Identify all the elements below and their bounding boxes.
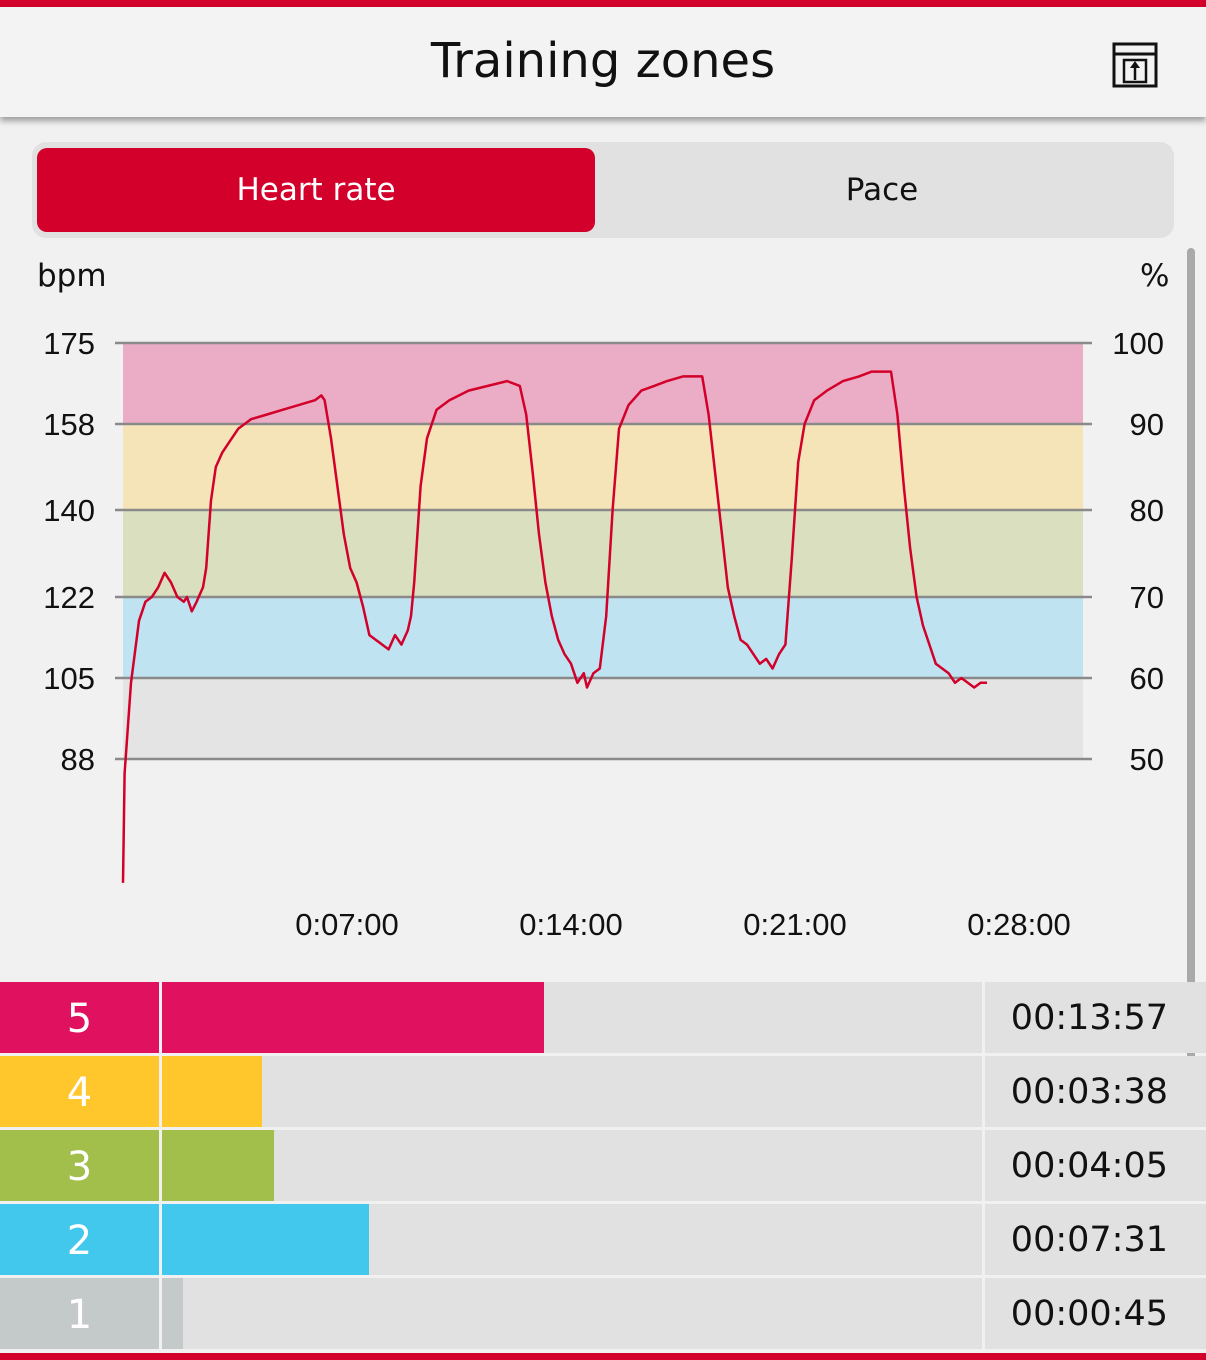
x-tick-label: 0:14:00 [519,907,622,942]
x-tick-label: 0:21:00 [743,907,846,942]
zone-row: 4 00:03:38 [0,1056,1206,1127]
zone-bar-track [162,1130,982,1201]
zone-row: 1 00:00:45 [0,1278,1206,1349]
zone-number-label: 5 [0,982,159,1053]
zone-number-label: 4 [0,1056,159,1127]
zone-bar-fill [162,1056,263,1127]
y-left-tick-label: 158 [43,407,95,442]
x-tick-label: 0:28:00 [967,907,1070,942]
y-left-tick-label: 175 [43,326,95,361]
zone-number-label: 2 [0,1204,159,1275]
y-right-tick-label: 60 [1130,661,1164,696]
zone-row: 2 00:07:31 [0,1204,1206,1275]
zone-band-4 [123,424,1083,510]
export-icon[interactable] [1112,42,1158,88]
zone-bar-track [162,982,982,1053]
zone-bar-fill [162,1278,183,1349]
zone-bar-track [162,1204,982,1275]
zone-number-label: 1 [0,1278,159,1349]
tab-heart-rate[interactable]: Heart rate [37,148,595,232]
zone-band-3 [123,510,1083,597]
zone-band-1 [123,678,1083,759]
page-title: Training zones [430,33,776,89]
zone-band-5 [123,343,1083,424]
scrollbar[interactable] [1187,248,1195,1108]
x-tick-label: 0:07:00 [295,907,398,942]
zone-time-value: 00:03:38 [985,1056,1206,1127]
heart-rate-chart: 175 100 158 90 140 80 122 70 105 60 88 50 0:07:00 0:1… [43,326,1164,942]
zone-time-value: 00:07:31 [985,1204,1206,1275]
y-right-tick-label: 70 [1130,580,1164,615]
zone-time-value: 00:04:05 [985,1130,1206,1201]
zone-bar-track [162,1278,982,1349]
zone-row: 3 00:04:05 [0,1130,1206,1201]
metric-segmented-control: Heart rate Pace [32,142,1174,238]
y-right-tick-label: 90 [1130,407,1164,442]
zone-bar-fill [162,1130,275,1201]
y-left-tick-label: 88 [61,742,95,777]
y-left-tick-label: 122 [43,580,95,615]
zone-row: 5 00:13:57 [0,982,1206,1053]
bottom-accent-bar [0,1353,1206,1360]
y-left-tick-label: 105 [43,661,95,696]
zone-number-label: 3 [0,1130,159,1201]
tab-pace[interactable]: Pace [595,148,1169,232]
y-left-tick-label: 140 [43,493,95,528]
zone-time-value: 00:00:45 [985,1278,1206,1349]
y-right-tick-label: 100 [1112,326,1164,361]
zone-bar-fill [162,982,545,1053]
y-right-tick-label: 80 [1130,493,1164,528]
zone-time-value: 00:13:57 [985,982,1206,1053]
zone-bar-fill [162,1204,369,1275]
top-accent-bar [0,0,1206,7]
y-right-tick-label: 50 [1130,742,1164,777]
header-bar: Training zones [0,7,1206,117]
zone-bar-track [162,1056,982,1127]
